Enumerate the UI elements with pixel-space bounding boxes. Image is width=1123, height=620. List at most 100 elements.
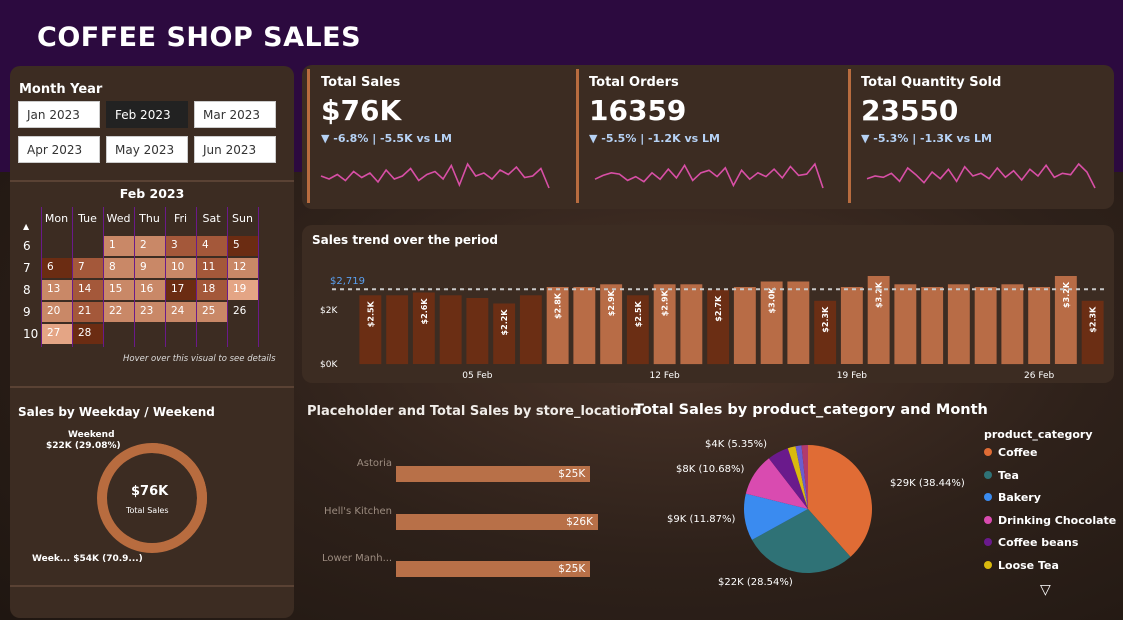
kpi-accent-bar — [576, 69, 579, 203]
store-bar-value: $25K — [558, 468, 586, 480]
legend-label: Loose Tea — [998, 559, 1059, 572]
trend-bar[interactable] — [439, 295, 462, 365]
calendar-day-header: Wed — [106, 212, 131, 225]
trend-bar[interactable] — [1028, 287, 1051, 364]
trend-bar[interactable] — [787, 281, 810, 365]
calendar-day-cell[interactable]: 13 — [42, 280, 72, 300]
legend-item[interactable]: Bakery — [984, 491, 1041, 504]
bar-data-label: $2.6K — [420, 298, 429, 325]
calendar-day-cell[interactable]: 17 — [166, 280, 196, 300]
trend-bar[interactable] — [733, 287, 756, 364]
trend-bar[interactable] — [680, 284, 703, 365]
y-tick-label: $2K — [320, 306, 338, 316]
bar-data-label: $2.9K — [661, 289, 670, 316]
trend-bar[interactable] — [894, 284, 917, 365]
legend-item[interactable]: Coffee beans — [984, 536, 1078, 549]
kpi-card-total-sales[interactable]: Total Sales $76K ▼ -6.8% | -5.5K vs LM — [302, 65, 576, 209]
legend-swatch — [984, 493, 992, 502]
calendar-day-cell[interactable]: 26 — [228, 302, 258, 322]
kpi-card-total-quantity[interactable]: Total Quantity Sold 23550 ▼ -5.3% | -1.3… — [848, 65, 1114, 209]
calendar-day-cell[interactable]: 12 — [228, 258, 258, 278]
kpi-sparkline — [594, 162, 824, 189]
slicer-option-apr-2023[interactable]: Apr 2023 — [18, 136, 100, 163]
x-tick-label: 12 Feb — [650, 371, 681, 381]
calendar-day-cell[interactable]: 5 — [228, 236, 258, 256]
slicer-option-mar-2023[interactable]: Mar 2023 — [194, 101, 276, 128]
hover-hint: Hover over this visual to see details — [123, 354, 276, 364]
calendar-day-cell[interactable]: 15 — [104, 280, 134, 300]
calendar-day-cell[interactable]: 18 — [197, 280, 227, 300]
slicer-option-may-2023[interactable]: May 2023 — [106, 136, 188, 163]
calendar-day-cell[interactable]: 4 — [197, 236, 227, 256]
weekday-chart-title: Sales by Weekday / Weekend — [18, 405, 215, 419]
bar-data-label: $2.2K — [500, 309, 509, 336]
legend-swatch — [984, 561, 992, 569]
kpi-label: Total Quantity Sold — [861, 75, 1002, 90]
store-bar[interactable]: $25K — [396, 561, 591, 577]
kpi-delta: ▼ -6.8% | -5.5K vs LM — [321, 132, 452, 145]
product-category-pie[interactable] — [742, 442, 874, 576]
calendar-day-cell[interactable]: 19 — [228, 280, 258, 300]
calendar-day-cell[interactable]: 24 — [166, 302, 196, 322]
calendar-week-number: 8 — [23, 283, 31, 297]
slicer-option-jun-2023[interactable]: Jun 2023 — [194, 136, 276, 163]
calendar-day-cell[interactable]: 1 — [104, 236, 134, 256]
slicer-option-jan-2023[interactable]: Jan 2023 — [18, 101, 100, 128]
calendar-day-cell[interactable]: 25 — [197, 302, 227, 322]
bar-data-label: $3.2K — [875, 281, 884, 308]
kpi-card-total-orders[interactable]: Total Orders 16359 ▼ -5.5% | -1.2K vs LM — [576, 65, 848, 209]
trend-bar[interactable] — [921, 287, 944, 364]
calendar-day-cell[interactable]: 11 — [197, 258, 227, 278]
calendar-day-cell[interactable]: 10 — [166, 258, 196, 278]
calendar-week-number: 6 — [23, 239, 31, 253]
store-label: Lower Manh... — [322, 553, 392, 564]
calendar-day-cell[interactable]: 2 — [135, 236, 165, 256]
calendar-day-cell[interactable]: 6 — [42, 258, 72, 278]
calendar-day-cell[interactable]: 7 — [73, 258, 103, 278]
filter-panel: Month Year Jan 2023 Feb 2023 Mar 2023 Ap… — [10, 66, 294, 618]
calendar-day-cell[interactable]: 16 — [135, 280, 165, 300]
legend-item[interactable]: Coffee — [984, 446, 1037, 459]
kpi-value: $76K — [321, 94, 402, 127]
legend-label: Tea — [998, 468, 1019, 482]
calendar-day-header: Thu — [139, 212, 160, 225]
calendar-day-cell[interactable]: 3 — [166, 236, 196, 256]
pie-label-tea: $22K (28.54%) — [718, 577, 793, 588]
store-bar[interactable]: $25K — [396, 466, 591, 482]
average-label: $2,719 — [330, 276, 365, 287]
calendar-day-cell[interactable]: 22 — [104, 302, 134, 322]
trend-bar[interactable] — [840, 287, 863, 364]
y-tick-label: $0K — [320, 360, 338, 370]
calendar-day-cell[interactable]: 20 — [42, 302, 72, 322]
bar-data-label: $2.8K — [554, 292, 563, 319]
sales-trend-chart[interactable]: $2K $0K $2.5K $2.6K $2.2K $2.8K $2.9K $2.5K $2.9… — [302, 225, 1114, 383]
calendar-day-cell[interactable]: 21 — [73, 302, 103, 322]
legend-swatch — [984, 448, 992, 456]
chevron-down-icon[interactable]: ▽ — [1040, 582, 1051, 598]
legend-item[interactable]: Drinking Chocolate — [984, 514, 1116, 527]
slicer-option-feb-2023[interactable]: Feb 2023 — [106, 101, 188, 128]
calendar-day-header: Sun — [232, 212, 253, 225]
store-bar[interactable]: $26K — [396, 514, 598, 530]
trend-bar[interactable] — [573, 287, 596, 364]
calendar-day-cell[interactable]: 23 — [135, 302, 165, 322]
calendar-day-cell[interactable]: 28 — [73, 324, 103, 344]
trend-bar[interactable] — [386, 295, 409, 365]
trend-bar[interactable] — [1001, 284, 1024, 365]
trend-bar[interactable] — [947, 284, 970, 365]
trend-bar[interactable] — [974, 287, 997, 364]
donut-center-value: $76K — [131, 484, 169, 499]
trend-bar[interactable] — [519, 295, 542, 365]
bar-data-label: $3.0K — [768, 287, 777, 314]
calendar-grid-line — [258, 207, 259, 347]
calendar-day-cell[interactable]: 9 — [135, 258, 165, 278]
kpi-value: 23550 — [861, 94, 959, 127]
trend-bar[interactable] — [466, 298, 489, 364]
legend-label: Coffee — [998, 446, 1038, 459]
calendar-day-cell[interactable]: 27 — [42, 324, 72, 344]
calendar-day-cell[interactable]: 8 — [104, 258, 134, 278]
legend-item[interactable]: Tea — [984, 469, 1019, 482]
calendar-day-cell[interactable]: 14 — [73, 280, 103, 300]
legend-item[interactable]: Loose Tea — [984, 559, 1059, 572]
sort-ascending-icon[interactable]: ▲ — [23, 222, 29, 231]
